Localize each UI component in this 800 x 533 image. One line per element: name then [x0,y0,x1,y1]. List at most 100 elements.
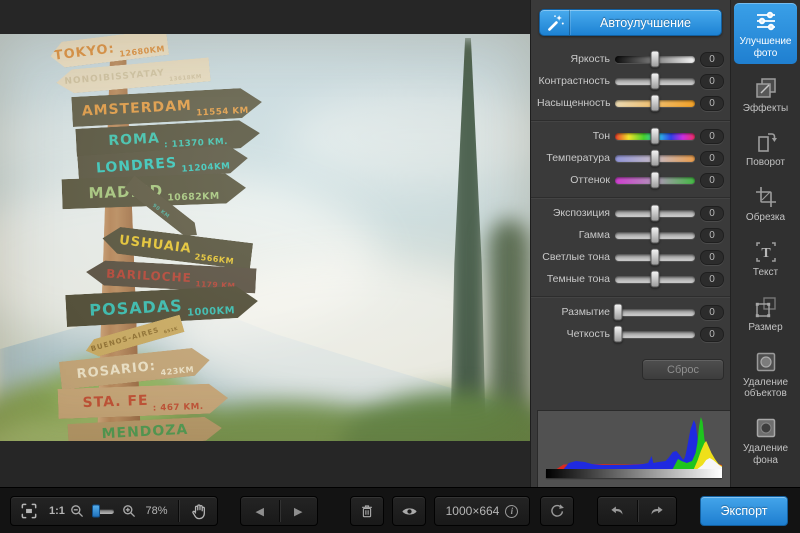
slider-track-brightness[interactable] [615,56,695,63]
slider-value-box[interactable]: 0 [700,305,724,320]
next-image-button[interactable]: ▶ [279,505,317,518]
sign-distance: 11554 KM. [196,106,253,119]
slider-row-Контрастность: Контрастность0 [531,70,730,92]
slider-handle[interactable] [614,326,623,343]
slider-handle[interactable] [651,249,660,266]
sidebar-item-enhance[interactable]: Улучшениефото [734,3,797,64]
actual-size-button[interactable]: 1:1 [47,505,67,517]
slider-track-saturation[interactable] [615,100,695,107]
export-button[interactable]: Экспорт [700,496,788,526]
photo-canvas[interactable]: TOKYO:12680KMNONOIBISSYATAY13618KMAMSTER… [0,34,530,441]
slider-track-plain[interactable] [615,331,695,338]
sidebar-item-object-removal[interactable]: Удалениеобъектов [734,344,797,405]
slider-handle[interactable] [651,51,660,68]
slider-track-tint[interactable] [615,177,695,184]
slider-value-box[interactable]: 0 [700,96,724,111]
revert-group [540,496,574,526]
redo-icon[interactable] [638,497,677,525]
tools-sidebar: Улучшениефото Эффекты Поворот Обрезка TТекст… [730,0,800,487]
slider-value-box[interactable]: 0 [700,173,724,188]
auto-enhance-button[interactable]: Автоулучшение [539,9,722,36]
fit-screen-button[interactable] [11,497,47,525]
slider-handle[interactable] [651,227,660,244]
reset-row: Сброс [531,351,730,380]
slider-group-2: Тон0Температура0Оттенок0 [531,121,730,198]
slider-track-plain[interactable] [615,78,695,85]
sidebar-item-effects[interactable]: Эффекты [734,70,797,119]
sign-distance: 1000KM [187,305,236,319]
slider-track-plain[interactable] [615,276,695,283]
sign-city-name: POSADAS [89,295,183,319]
slider-value-box[interactable]: 0 [700,327,724,342]
zoom-slider-handle[interactable] [92,505,100,518]
sidebar-item-text[interactable]: TТекст [734,234,797,283]
adjustments-panel: Автоулучшение Яркость0Контрастность0Насы… [530,0,730,487]
sign-distance: 423KM [160,365,194,377]
image-dimensions: 1000×664 [446,504,500,518]
slider-value-box[interactable]: 0 [700,228,724,243]
slider-value-box[interactable]: 0 [700,206,724,221]
slider-handle[interactable] [651,95,660,112]
sign-distance: 12680KM [119,44,166,59]
trash-icon[interactable] [358,497,376,525]
sign-city-name: AMSTERDAM [81,98,192,120]
sidebar-item-background-removal[interactable]: Удалениефона [734,410,797,471]
sidebar-item-rotate[interactable]: Поворот [734,124,797,173]
sign-distance: 11204KM [181,161,231,174]
slider-label: Четкость [537,328,610,340]
histogram-curves [546,417,722,469]
slider-track-plain[interactable] [615,254,695,261]
photo-cloud [290,89,530,184]
slider-handle[interactable] [614,304,623,321]
slider-handle[interactable] [651,150,660,167]
slider-row-Размытие: Размытие0 [531,301,730,323]
slider-value-box[interactable]: 0 [700,52,724,67]
slider-label: Экспозиция [537,207,610,219]
slider-value-box[interactable]: 0 [700,272,724,287]
sidebar-item-label: Поворот [735,157,796,169]
slider-track-hue[interactable] [615,133,695,140]
slider-value-box[interactable]: 0 [700,129,724,144]
zoom-percent-value: 78% [139,505,173,517]
sign-city-name: TOKYO: [53,41,116,63]
slider-handle[interactable] [651,128,660,145]
eye-icon[interactable] [400,497,419,525]
sidebar-item-resize[interactable]: Размер [734,289,797,338]
slider-value-box[interactable]: 0 [700,250,724,265]
slider-row-Оттенок: Оттенок0 [531,169,730,191]
sidebar-item-label: Удалениеобъектов [735,377,796,401]
slider-value-box[interactable]: 0 [700,151,724,166]
zoom-in-icon[interactable] [119,497,139,525]
slider-groups: Яркость0Контрастность0Насыщенность0Тон0Т… [531,44,730,351]
adjust-sliders-icon [735,8,796,34]
hand-tool-button[interactable] [182,497,217,525]
slider-handle[interactable] [651,172,660,189]
slider-row-Темные тона: Темные тона0 [531,268,730,290]
slider-handle[interactable] [651,73,660,90]
zoom-slider[interactable] [92,509,115,514]
info-icon[interactable]: i [505,505,518,518]
histogram-tone-gradient [546,469,722,478]
previous-image-button[interactable]: ◀ [241,505,279,518]
undo-icon[interactable] [598,497,637,525]
zoom-out-icon[interactable] [67,497,87,525]
slider-handle[interactable] [651,271,660,288]
slider-track-plain[interactable] [615,232,695,239]
slider-track-temperature[interactable] [615,155,695,162]
auto-enhance-label: Автоулучшение [570,10,721,35]
slider-handle[interactable] [651,205,660,222]
svg-text:T: T [761,246,771,261]
slider-track-plain[interactable] [615,210,695,217]
image-nav-group: ◀ ▶ [240,496,318,526]
revert-icon[interactable] [548,497,566,525]
sign-city-name: MENDOZA [101,422,188,441]
slider-row-Экспозиция: Экспозиция 0 [531,202,730,224]
slider-track-plain[interactable] [615,309,695,316]
sign-distance: 651K [164,327,179,336]
slider-value-box[interactable]: 0 [700,74,724,89]
slider-group-4: Размытие0 Четкость 0 [531,297,730,351]
sidebar-item-crop[interactable]: Обрезка [734,179,797,228]
sign-distance: 13618KM [169,74,202,83]
bottom-toolbar: 1:1 78% [0,487,800,533]
reset-button[interactable]: Сброс [642,359,724,380]
